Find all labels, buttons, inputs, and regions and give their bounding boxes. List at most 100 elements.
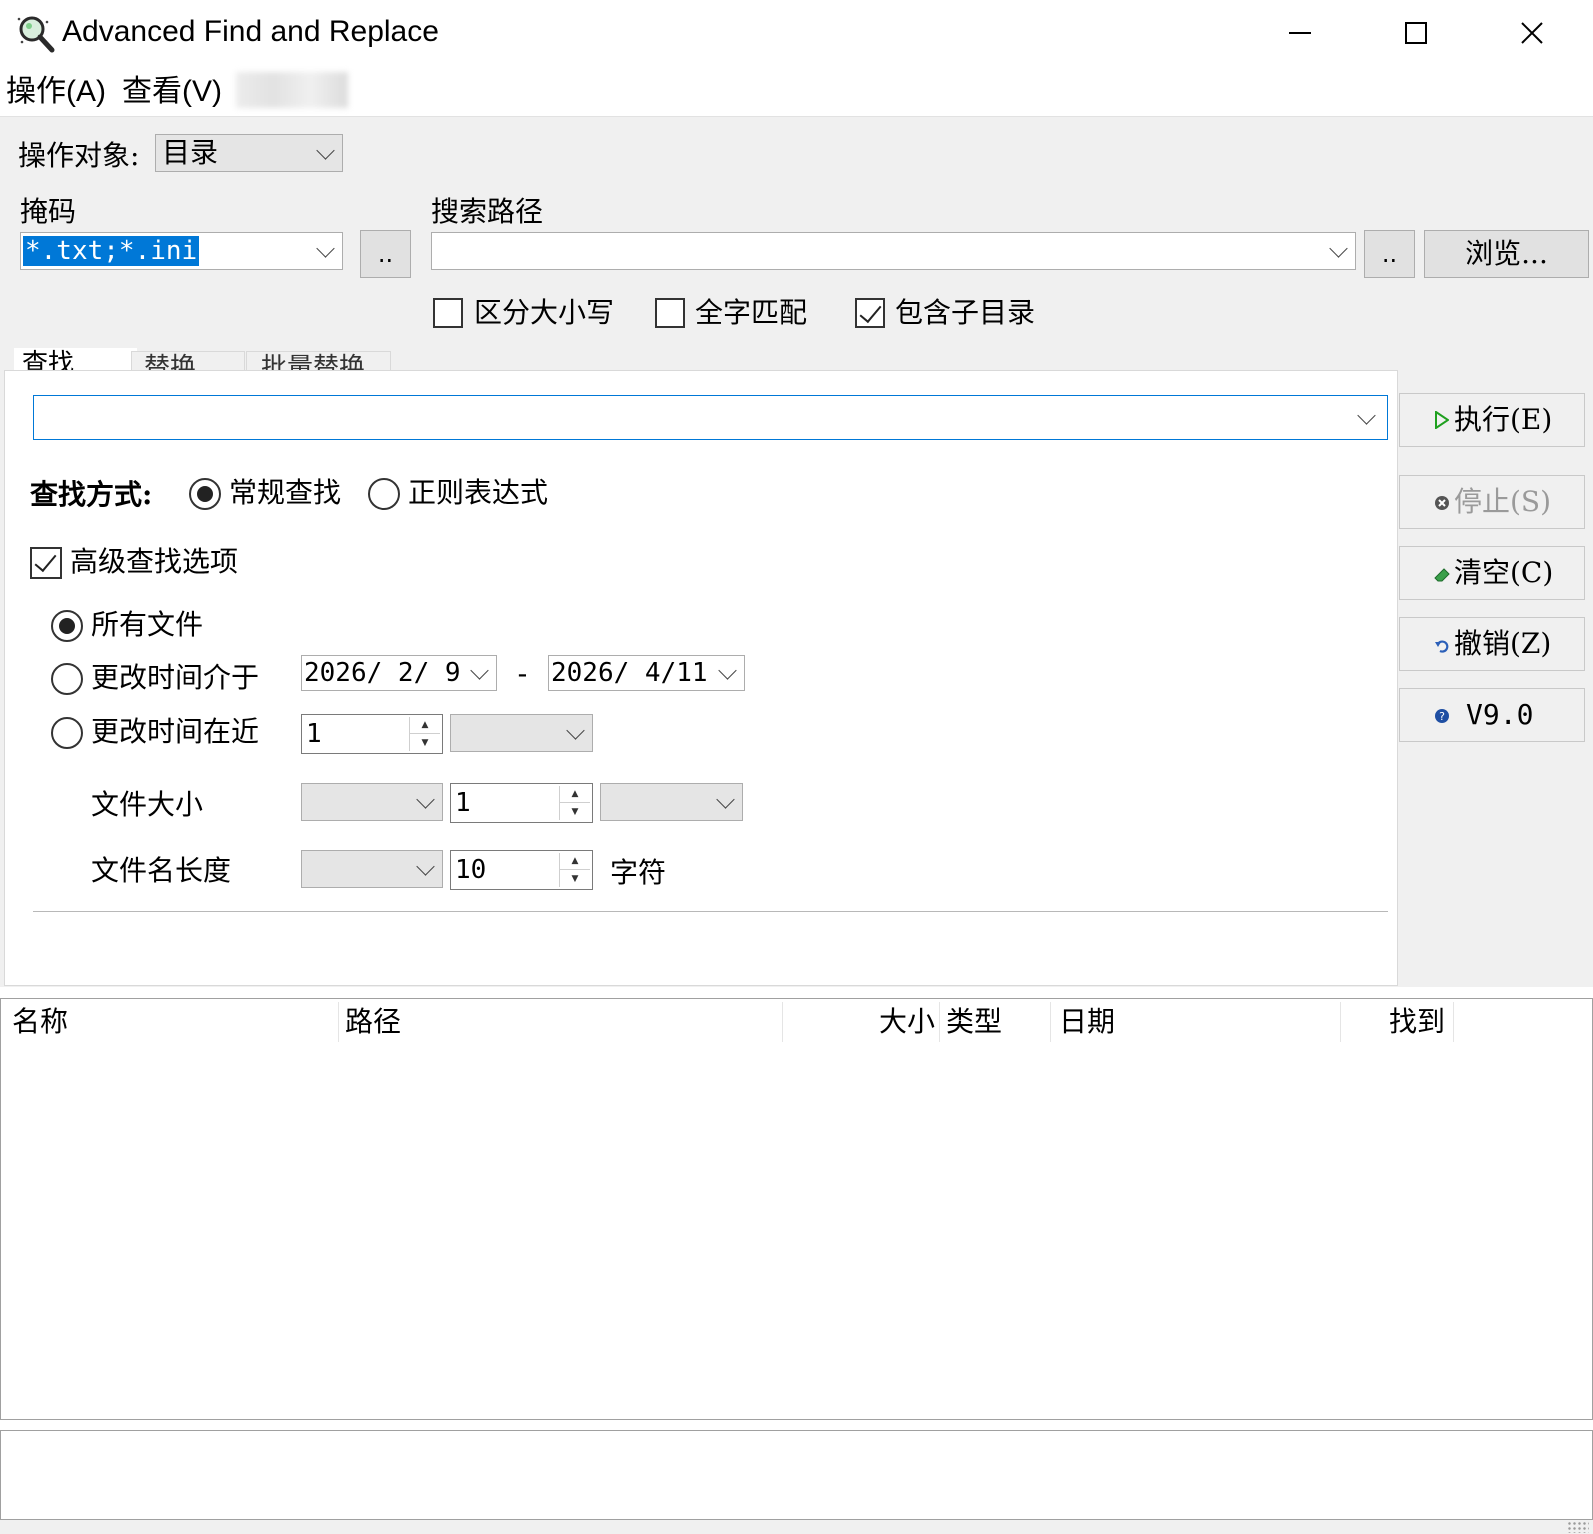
advanced-options-label[interactable]: 高级查找选项	[70, 544, 238, 580]
target-label: 操作对象:	[18, 139, 140, 172]
spin-up-icon[interactable]: ▲	[560, 786, 590, 803]
date-to-value: 2026/ 4/11	[551, 658, 708, 688]
column-size[interactable]: 大小	[783, 1002, 940, 1042]
stop-icon	[1430, 480, 1454, 532]
close-icon	[1521, 22, 1543, 44]
mask-combobox[interactable]: *.txt;*.ini	[20, 232, 343, 270]
name-length-value: 10	[455, 855, 487, 885]
search-path-combobox[interactable]	[431, 232, 1356, 270]
all-files-radio[interactable]	[51, 610, 83, 642]
stop-label: 停止(S)	[1454, 485, 1552, 518]
date-to-picker[interactable]: 2026/ 4/11	[548, 655, 745, 691]
maximize-button[interactable]	[1386, 10, 1446, 56]
chevron-down-icon	[1357, 405, 1376, 425]
advanced-options-checkbox[interactable]	[30, 547, 62, 579]
spin-up-icon[interactable]: ▲	[560, 853, 590, 870]
spin-arrows[interactable]: ▲ ▼	[559, 786, 590, 820]
mode-normal-radio[interactable]	[189, 478, 221, 510]
match-case-label[interactable]: 区分大小写	[474, 295, 614, 331]
chevron-down-icon	[470, 661, 489, 680]
recent-label[interactable]: 更改时间在近	[91, 714, 259, 750]
tab-replace-label: 替换	[144, 353, 197, 370]
minimize-icon	[1289, 32, 1311, 34]
find-mode-label: 查找方式:	[30, 478, 153, 511]
column-name[interactable]: 名称	[2, 1002, 339, 1042]
mode-normal-label[interactable]: 常规查找	[229, 475, 341, 511]
stop-button[interactable]: 停止(S)	[1399, 475, 1585, 529]
date-range-separator: -	[514, 657, 531, 690]
eraser-icon	[1430, 551, 1454, 603]
tab-find[interactable]: 查找	[14, 348, 137, 370]
spin-down-icon[interactable]: ▼	[560, 870, 590, 887]
chevron-down-icon	[316, 239, 335, 258]
file-size-label: 文件大小	[91, 788, 204, 821]
magnifier-app-icon	[16, 14, 56, 54]
chevron-down-icon	[718, 661, 737, 680]
spin-up-icon[interactable]: ▲	[410, 717, 440, 734]
chevron-down-icon	[316, 141, 335, 160]
file-size-unit-select[interactable]	[600, 783, 743, 821]
version-button[interactable]: ? V9.0	[1399, 688, 1585, 742]
svg-text:?: ?	[1439, 710, 1445, 723]
minimize-button[interactable]	[1270, 10, 1330, 56]
file-size-stepper[interactable]: 1 ▲ ▼	[450, 783, 593, 823]
results-list[interactable]	[0, 998, 1593, 1420]
window-title: Advanced Find and Replace	[62, 15, 439, 48]
name-length-label: 文件名长度	[91, 854, 232, 887]
file-size-value: 1	[455, 788, 471, 818]
date-between-label[interactable]: 更改时间介于	[91, 660, 259, 696]
column-date[interactable]: 日期	[1051, 1002, 1341, 1042]
column-type[interactable]: 类型	[940, 1002, 1051, 1042]
maximize-icon	[1405, 22, 1427, 44]
mask-more-button[interactable]: ..	[360, 230, 411, 278]
execute-label: 执行(E)	[1454, 403, 1553, 436]
file-size-operator-select[interactable]	[301, 783, 443, 821]
spin-down-icon[interactable]: ▼	[560, 803, 590, 820]
target-select[interactable]: 目录	[155, 134, 343, 172]
menu-view[interactable]: 查看(V)	[122, 72, 222, 112]
spin-arrows[interactable]: ▲ ▼	[409, 717, 440, 751]
undo-label: 撤销(Z)	[1454, 627, 1552, 660]
name-length-stepper[interactable]: 10 ▲ ▼	[450, 850, 593, 890]
name-length-operator-select[interactable]	[301, 850, 443, 888]
recent-radio[interactable]	[51, 717, 83, 749]
status-log-area	[0, 1430, 1593, 1520]
spin-arrows[interactable]: ▲ ▼	[559, 853, 590, 887]
search-path-label: 搜索路径	[431, 195, 544, 228]
include-subdirs-checkbox[interactable]	[855, 298, 885, 328]
tab-batch-replace[interactable]: 批量替换	[246, 351, 391, 370]
column-path[interactable]: 路径	[339, 1002, 783, 1042]
play-icon	[1430, 398, 1454, 450]
characters-label: 字符	[610, 856, 667, 889]
execute-button[interactable]: 执行(E)	[1399, 393, 1585, 447]
undo-icon	[1430, 622, 1454, 674]
tab-replace[interactable]: 替换	[131, 351, 245, 370]
column-found[interactable]: 找到	[1341, 1002, 1454, 1042]
include-subdirs-label[interactable]: 包含子目录	[895, 295, 1035, 331]
chevron-down-icon	[1329, 239, 1348, 258]
match-case-checkbox[interactable]	[433, 298, 463, 328]
menu-action[interactable]: 操作(A)	[6, 72, 106, 112]
all-files-label[interactable]: 所有文件	[91, 607, 203, 643]
chevron-down-icon	[416, 857, 435, 876]
mode-regex-radio[interactable]	[368, 478, 400, 510]
find-query-combobox[interactable]	[33, 395, 1388, 440]
clear-button[interactable]: 清空(C)	[1399, 546, 1585, 600]
browse-button[interactable]: 浏览...	[1424, 230, 1589, 278]
mask-value: *.txt;*.ini	[23, 236, 200, 266]
close-button[interactable]	[1502, 10, 1562, 56]
mode-regex-label[interactable]: 正则表达式	[408, 475, 548, 511]
resize-grip[interactable]	[1567, 1521, 1589, 1533]
divider	[33, 911, 1388, 912]
undo-button[interactable]: 撤销(Z)	[1399, 617, 1585, 671]
date-between-radio[interactable]	[51, 663, 83, 695]
tab-find-label: 查找	[22, 349, 75, 370]
recent-stepper[interactable]: 1 ▲ ▼	[301, 714, 443, 754]
recent-unit-select[interactable]	[450, 714, 593, 752]
whole-word-checkbox[interactable]	[655, 298, 685, 328]
path-more-button[interactable]: ..	[1364, 230, 1415, 278]
whole-word-label[interactable]: 全字匹配	[695, 295, 807, 331]
spin-down-icon[interactable]: ▼	[410, 734, 440, 751]
chevron-down-icon	[416, 790, 435, 809]
date-from-picker[interactable]: 2026/ 2/ 9	[301, 655, 497, 691]
